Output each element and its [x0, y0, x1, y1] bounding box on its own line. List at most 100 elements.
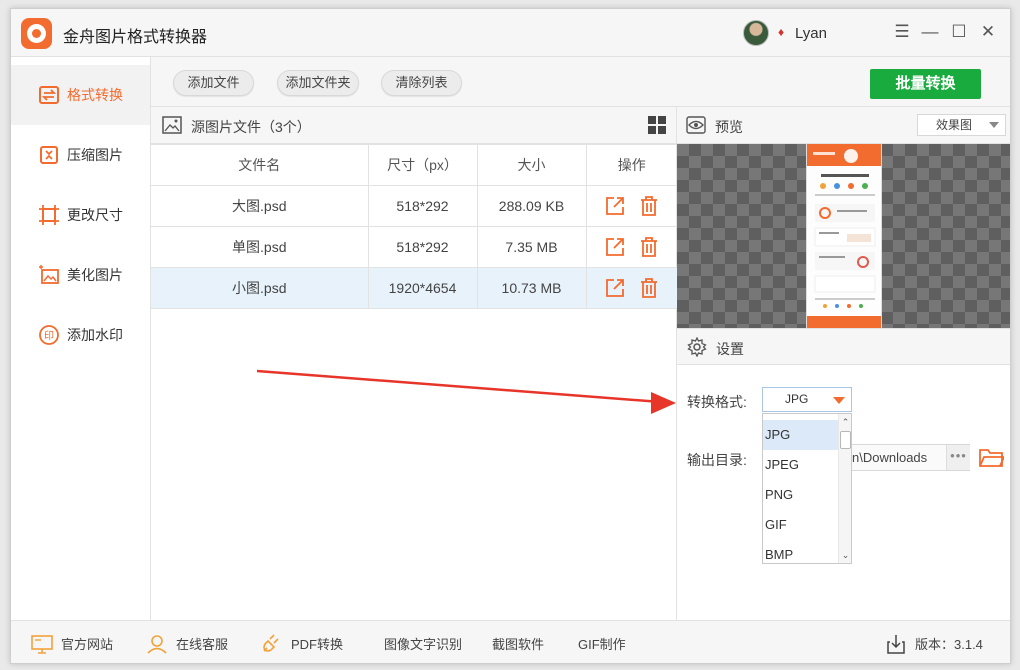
file-size: 288.09 KB — [476, 185, 587, 227]
vip-diamond-icon: ♦ — [778, 25, 785, 39]
open-external-icon[interactable] — [604, 277, 626, 299]
app-title: 金舟图片格式转换器 — [63, 29, 208, 46]
preview-header: 预览 效果图 — [677, 107, 1010, 144]
preview-mode-select[interactable]: 效果图 — [917, 114, 1006, 136]
open-external-icon[interactable] — [604, 236, 626, 258]
file-dimensions: 518*292 — [367, 226, 478, 268]
svg-text:印: 印 — [44, 330, 54, 342]
column-header-size: 大小 — [476, 144, 587, 186]
online-service-label: 在线客服 — [176, 637, 229, 652]
sidebar-item-beautify[interactable]: 美化图片 — [11, 245, 150, 305]
format-select-value: JPG — [785, 392, 809, 406]
download-icon — [887, 634, 905, 654]
preview-image — [807, 144, 881, 328]
sidebar-item-format-convert[interactable]: 格式转换 — [11, 65, 150, 125]
file-name: 小图.psd — [151, 267, 369, 309]
sidebar-item-label: 压缩图片 — [67, 147, 123, 163]
open-external-icon[interactable] — [604, 195, 626, 217]
sidebar-item-label: 更改尺寸 — [67, 207, 123, 223]
close-button[interactable]: ✕ — [977, 21, 999, 43]
chevron-down-icon — [989, 122, 999, 128]
batch-convert-button[interactable]: 批量转换 — [870, 69, 981, 99]
file-actions — [585, 226, 677, 268]
official-site-link[interactable]: 官方网站 — [31, 621, 113, 663]
file-table: 文件名 尺寸（px） 大小 操作 大图.psd 518*292 288.09 K… — [151, 144, 677, 309]
table-row[interactable]: 单图.psd 518*292 7.35 MB — [151, 226, 677, 268]
sidebar-item-watermark[interactable]: 印 添加水印 — [11, 305, 150, 365]
preview-title: 预览 — [715, 119, 743, 135]
add-file-button[interactable]: 添加文件 — [173, 70, 254, 96]
clear-list-button[interactable]: 清除列表 — [381, 70, 462, 96]
settings-header: 设置 — [677, 328, 1010, 365]
format-label: 转换格式: — [687, 394, 747, 410]
format-option-jpeg[interactable]: JPEG — [763, 450, 839, 480]
image-icon — [162, 116, 182, 134]
format-option-jpg[interactable]: JPG — [763, 420, 839, 450]
gear-icon — [687, 337, 707, 357]
column-header-actions: 操作 — [585, 144, 677, 186]
column-header-dimensions: 尺寸（px） — [367, 144, 478, 186]
file-list-panel: 源图片文件（3个） 文件名 尺寸（px） 大小 操作 大图.psd 518*29… — [151, 107, 677, 620]
maximize-button[interactable]: ☐ — [948, 21, 970, 43]
ocr-link[interactable]: 图像文字识别 — [384, 621, 462, 663]
avatar[interactable] — [743, 20, 769, 46]
format-option-png[interactable]: PNG — [763, 480, 839, 510]
scrollbar-thumb[interactable] — [840, 431, 851, 449]
chevron-up-icon[interactable]: ⌃ — [840, 416, 851, 428]
dropdown-scrollbar[interactable]: ⌃ ⌄ — [838, 414, 851, 563]
gif-maker-link[interactable]: GIF制作 — [578, 621, 626, 663]
trash-icon[interactable] — [639, 195, 659, 217]
minimize-button[interactable]: — — [919, 21, 941, 43]
pdf-convert-label: PDF转换 — [291, 637, 344, 652]
table-row-selected[interactable]: 小图.psd 1920*4654 10.73 MB — [151, 267, 677, 309]
file-size: 7.35 MB — [476, 226, 587, 268]
menu-button[interactable]: ☰ — [891, 21, 913, 43]
resize-icon — [39, 205, 59, 225]
output-dir-label: 输出目录: — [687, 452, 747, 468]
gif-maker-label: GIF制作 — [578, 637, 626, 652]
username[interactable]: Lyan — [795, 25, 827, 42]
format-option-gif[interactable]: GIF — [763, 510, 839, 540]
file-actions — [585, 185, 677, 227]
screenshot-label: 截图软件 — [492, 637, 545, 652]
plug-icon — [263, 633, 279, 652]
sidebar-item-label: 添加水印 — [67, 327, 123, 343]
table-header-row: 文件名 尺寸（px） 大小 操作 — [151, 144, 677, 186]
trash-icon[interactable] — [639, 236, 659, 258]
sidebar-item-resize[interactable]: 更改尺寸 — [11, 185, 150, 245]
file-dimensions: 1920*4654 — [367, 267, 478, 309]
file-size: 10.73 MB — [476, 267, 587, 309]
online-service-link[interactable]: 在线客服 — [146, 621, 229, 663]
eye-icon — [686, 116, 706, 134]
sidebar-item-compress[interactable]: 压缩图片 — [11, 125, 150, 185]
beautify-icon — [39, 265, 59, 284]
file-actions — [585, 267, 677, 309]
convert-icon — [39, 86, 59, 104]
format-select[interactable]: JPG — [762, 387, 852, 412]
sidebar: 格式转换 压缩图片 更改尺寸 美化图片 印 添加水印 — [11, 57, 151, 620]
sidebar-item-label: 格式转换 — [67, 87, 123, 103]
pdf-convert-link[interactable]: PDF转换 — [261, 621, 344, 663]
watermark-icon: 印 — [39, 325, 59, 345]
monitor-icon — [31, 634, 53, 654]
version-label: 版本：3.1.4 — [915, 637, 983, 652]
file-list-title: 源图片文件（3个） — [191, 119, 311, 135]
settings-title: 设置 — [716, 341, 744, 357]
table-row[interactable]: 大图.psd 518*292 288.09 KB — [151, 185, 677, 227]
format-option-bmp[interactable]: BMP — [763, 540, 839, 570]
grid-view-icon[interactable] — [647, 115, 667, 135]
add-folder-button[interactable]: 添加文件夹 — [277, 70, 359, 96]
customer-service-icon — [147, 634, 167, 654]
file-name: 大图.psd — [151, 185, 369, 227]
chevron-down-icon[interactable]: ⌄ — [840, 549, 851, 561]
format-dropdown-list: JPG JPEG PNG GIF BMP ⌃ ⌄ — [762, 413, 852, 564]
file-name: 单图.psd — [151, 226, 369, 268]
file-list-header: 源图片文件（3个） — [151, 107, 676, 144]
title-bar: 金舟图片格式转换器 ♦ Lyan ☰ — ☐ ✕ — [11, 9, 1010, 57]
screenshot-link[interactable]: 截图软件 — [492, 621, 545, 663]
folder-icon[interactable] — [978, 445, 1004, 469]
trash-icon[interactable] — [639, 277, 659, 299]
version-info: 版本：3.1.4 — [885, 621, 983, 663]
app-logo-icon — [21, 18, 52, 49]
browse-dots-button[interactable]: ••• — [946, 445, 970, 470]
